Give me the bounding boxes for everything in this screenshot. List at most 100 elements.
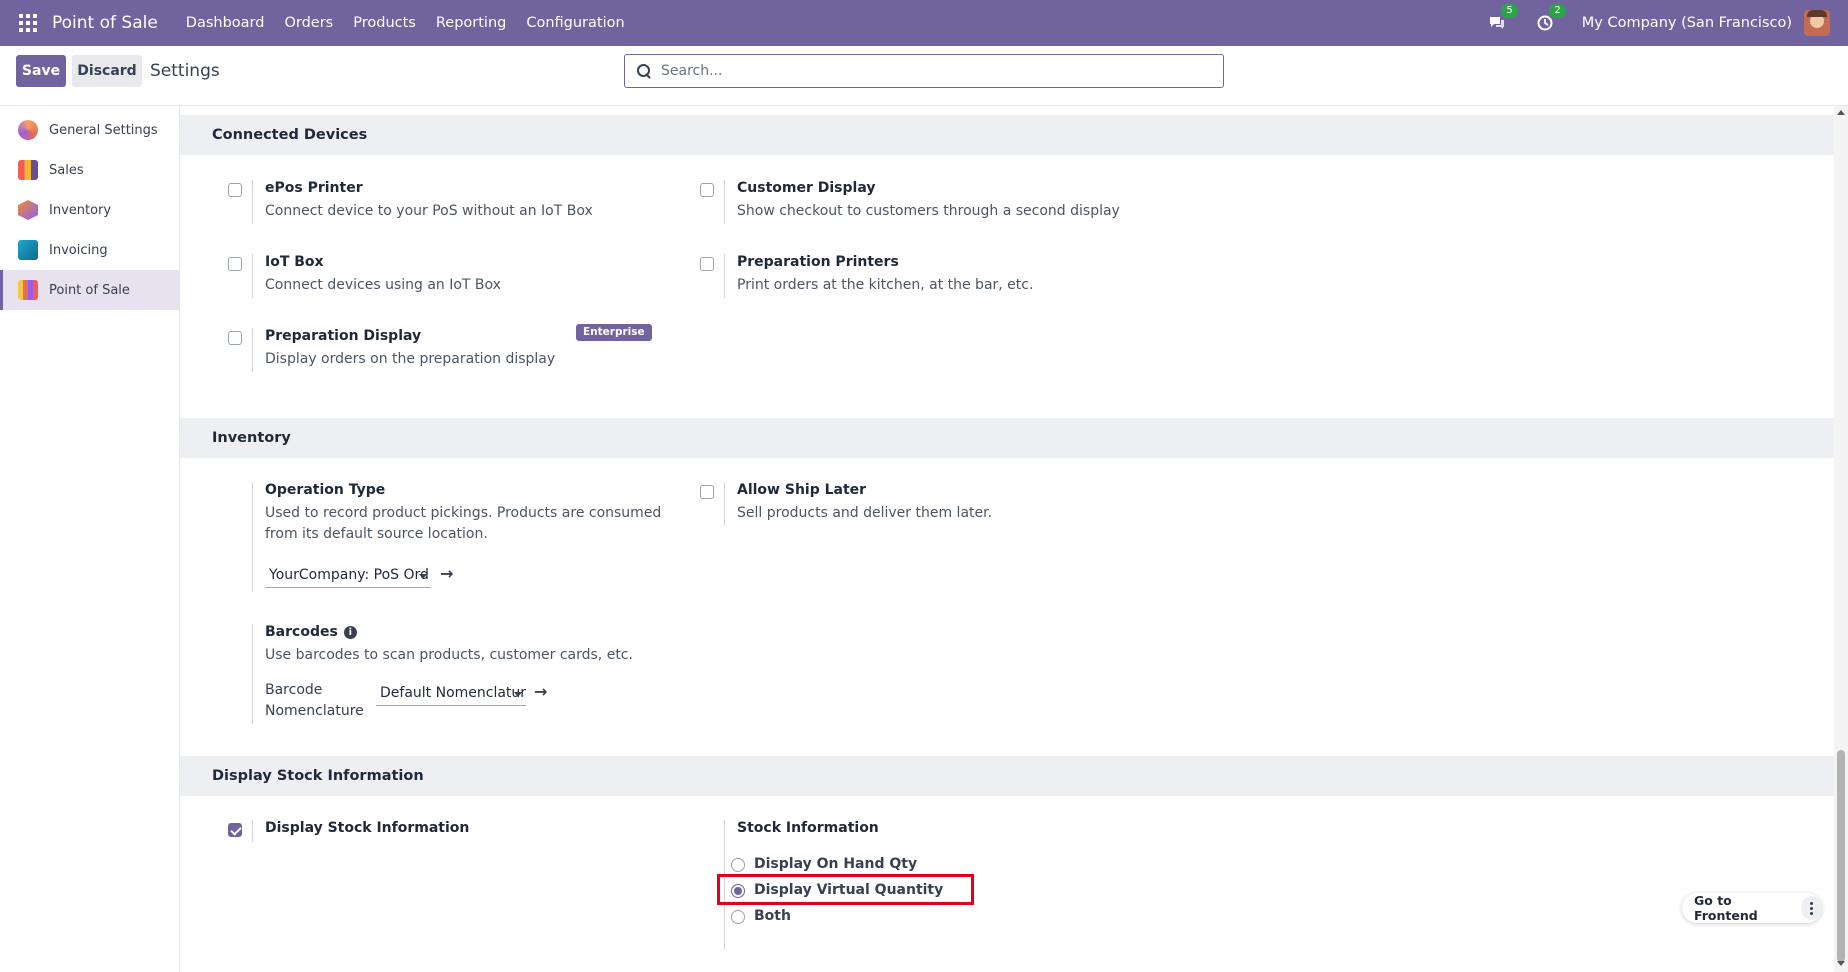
- setting-title: Barcodes i: [265, 624, 357, 640]
- sidebar-item-label: Sales: [49, 162, 84, 178]
- setting-description: Used to record product pickings. Product…: [265, 505, 662, 542]
- messages-icon[interactable]: 5: [1486, 4, 1518, 34]
- display-stock-checkbox[interactable]: [228, 823, 242, 837]
- setting-preparation-printers: Preparation Printers Print orders at the…: [700, 254, 1180, 298]
- inventory-icon: [18, 200, 38, 220]
- operation-type-select[interactable]: YourCompany: PoS Ord: [265, 564, 431, 588]
- setting-description: Connect device to your PoS without an Io…: [265, 203, 593, 219]
- setting-description: Show checkout to customers through a sec…: [737, 203, 1120, 219]
- allow-ship-later-checkbox[interactable]: [700, 485, 714, 499]
- sidebar-item-invoicing[interactable]: Invoicing: [0, 230, 179, 270]
- customer-display-checkbox[interactable]: [700, 183, 714, 197]
- user-avatar[interactable]: [1804, 10, 1830, 36]
- menu-configuration[interactable]: Configuration: [526, 15, 624, 31]
- setting-description: Display orders on the preparation displa…: [265, 351, 556, 367]
- activities-count-badge: 2: [1549, 4, 1566, 18]
- discard-button[interactable]: Discard: [72, 55, 142, 87]
- preparation-display-checkbox[interactable]: [228, 331, 242, 345]
- setting-customer-display: Customer Display Show checkout to custom…: [700, 180, 1180, 224]
- settings-sidebar: General Settings Sales Inventory Invoici…: [0, 106, 180, 972]
- setting-display-stock-information: Display Stock Information: [228, 820, 668, 842]
- search-icon: [637, 64, 651, 78]
- setting-title: Customer Display: [737, 180, 876, 196]
- setting-description: Use barcodes to scan products, customer …: [265, 647, 633, 663]
- radio-display-on-hand-qty[interactable]: [731, 858, 745, 872]
- radio-label[interactable]: Display On Hand Qty: [754, 856, 917, 872]
- setting-description: Sell products and deliver them later.: [737, 505, 993, 521]
- section-title-display-stock: Display Stock Information: [180, 756, 1834, 796]
- sales-icon: [18, 160, 38, 180]
- setting-title: ePos Printer: [265, 180, 363, 196]
- epos-printer-checkbox[interactable]: [228, 183, 242, 197]
- internal-link-arrow-icon[interactable]: →: [534, 682, 547, 701]
- main-scrollbar[interactable]: [1834, 106, 1848, 972]
- app-title[interactable]: Point of Sale: [52, 13, 158, 33]
- stock-information-title: Stock Information: [737, 820, 879, 836]
- chevron-down-icon: [514, 692, 522, 697]
- apps-menu-icon[interactable]: [18, 13, 38, 33]
- setting-stock-information: Stock Information Display On Hand Qty Di…: [700, 820, 1180, 950]
- control-panel: Save Discard Settings: [0, 46, 1848, 106]
- radio-both[interactable]: [731, 910, 745, 924]
- company-switcher[interactable]: My Company (San Francisco): [1582, 15, 1792, 31]
- barcode-nomenclature-select[interactable]: Default Nomenclatur: [376, 682, 526, 706]
- search-bar[interactable]: [624, 54, 1224, 88]
- go-to-frontend-button[interactable]: Go to Frontend: [1694, 893, 1789, 923]
- breadcrumb: Settings: [150, 61, 220, 81]
- barcode-nomenclature-value: Default Nomenclatur: [380, 685, 526, 701]
- enterprise-badge: Enterprise: [576, 324, 652, 341]
- setting-title: Display Stock Information: [265, 820, 470, 836]
- sidebar-item-label: Invoicing: [49, 242, 108, 258]
- section-title-connected-devices: Connected Devices: [180, 115, 1834, 155]
- setting-operation-type: Operation Type Used to record product pi…: [228, 482, 668, 592]
- chevron-down-icon: [419, 574, 427, 579]
- setting-description: Print orders at the kitchen, at the bar,…: [737, 277, 1034, 293]
- menu-products[interactable]: Products: [353, 15, 416, 31]
- save-button[interactable]: Save: [16, 55, 66, 87]
- setting-title: Allow Ship Later: [737, 482, 867, 498]
- info-icon[interactable]: i: [343, 626, 357, 639]
- activities-clock-icon[interactable]: 2: [1534, 4, 1566, 34]
- sidebar-item-label: Point of Sale: [49, 282, 130, 298]
- setting-title: Preparation Printers: [737, 254, 899, 270]
- sidebar-item-general-settings[interactable]: General Settings: [0, 110, 179, 150]
- sidebar-item-sales[interactable]: Sales: [0, 150, 179, 190]
- setting-iot-box: IoT Box Connect devices using an IoT Box: [228, 254, 668, 298]
- general-settings-icon: [18, 120, 38, 140]
- setting-barcodes: Barcodes i Use barcodes to scan products,…: [228, 624, 668, 724]
- scroll-thumb[interactable]: [1837, 750, 1845, 962]
- setting-epos-printer: ePos Printer Connect device to your PoS …: [228, 180, 668, 224]
- more-options-icon[interactable]: [1800, 896, 1822, 920]
- sidebar-item-label: General Settings: [49, 122, 158, 138]
- pos-icon: [18, 280, 38, 300]
- radio-label[interactable]: Both: [754, 908, 791, 924]
- menu-reporting[interactable]: Reporting: [436, 15, 507, 31]
- sidebar-item-label: Inventory: [49, 202, 112, 218]
- highlight-box: [717, 874, 974, 905]
- sidebar-item-point-of-sale[interactable]: Point of Sale: [0, 270, 179, 310]
- settings-main: Connected Devices ePos Printer Connect d…: [180, 106, 1834, 972]
- menu-orders[interactable]: Orders: [284, 15, 333, 31]
- barcode-nomenclature-label: Barcode Nomenclature: [265, 682, 364, 719]
- go-to-frontend-widget: Go to Frontend: [1682, 893, 1822, 923]
- top-navbar: Point of Sale Dashboard Orders Products …: [0, 0, 1848, 46]
- internal-link-arrow-icon[interactable]: →: [440, 564, 453, 583]
- menu-dashboard[interactable]: Dashboard: [186, 15, 265, 31]
- barcodes-title: Barcodes: [265, 624, 338, 640]
- operation-type-value: YourCompany: PoS Ord: [269, 567, 429, 583]
- scroll-up-icon[interactable]: [1837, 110, 1845, 115]
- preparation-printers-checkbox[interactable]: [700, 257, 714, 271]
- search-input[interactable]: [661, 63, 1201, 79]
- section-title-inventory: Inventory: [180, 418, 1834, 458]
- setting-title: IoT Box: [265, 254, 324, 270]
- setting-title: Operation Type: [265, 482, 386, 498]
- iot-box-checkbox[interactable]: [228, 257, 242, 271]
- setting-allow-ship-later: Allow Ship Later Sell products and deliv…: [700, 482, 1180, 526]
- sidebar-item-inventory[interactable]: Inventory: [0, 190, 179, 230]
- setting-title: Preparation Display: [265, 328, 422, 344]
- setting-preparation-display: Preparation Display Display orders on th…: [228, 324, 668, 372]
- scroll-down-icon[interactable]: [1837, 961, 1845, 966]
- messages-count-badge: 5: [1501, 4, 1518, 18]
- setting-description: Connect devices using an IoT Box: [265, 277, 501, 293]
- invoicing-icon: [18, 240, 38, 260]
